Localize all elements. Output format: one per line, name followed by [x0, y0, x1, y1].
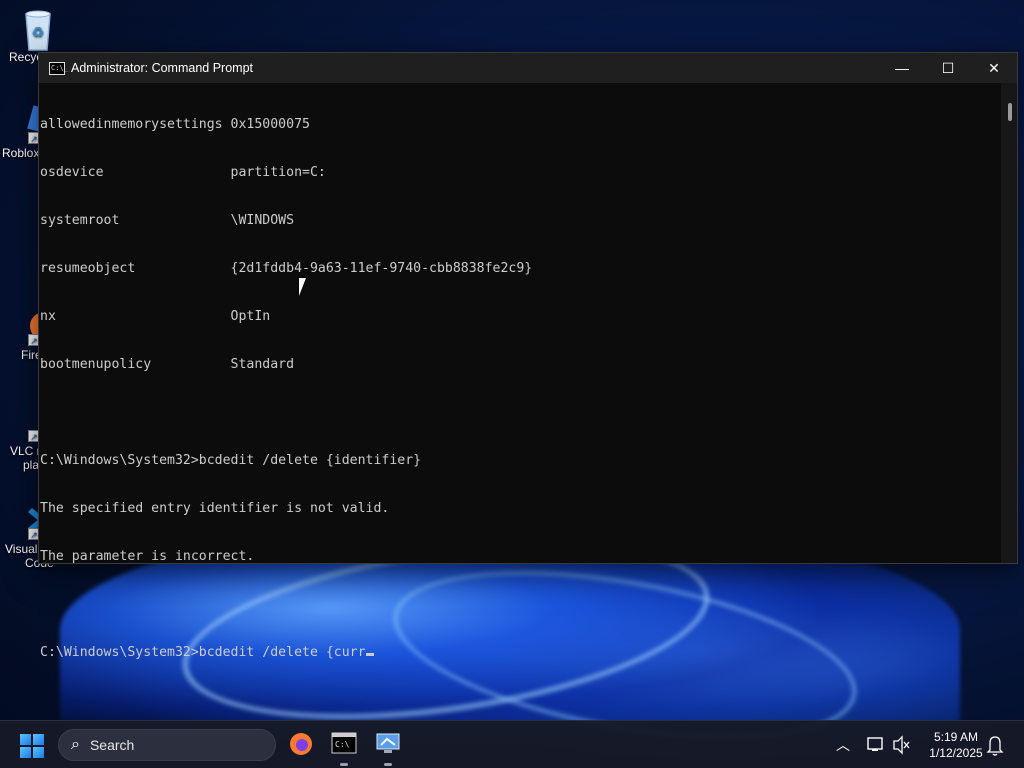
cmd-app-icon: C:\_ — [49, 61, 68, 75]
search-icon: ⌕ — [71, 736, 80, 753]
text-cursor — [365, 653, 374, 656]
console-line: The parameter is incorrect. — [40, 549, 255, 564]
network-icon — [867, 737, 883, 751]
show-hidden-icons-button[interactable]: ︿ — [836, 721, 854, 768]
console-line: allowedinmemorysettings 0x15000075 — [40, 117, 310, 132]
scrollbar-thumb[interactable] — [1008, 103, 1012, 121]
firefox-icon — [290, 733, 312, 755]
mouse-pointer-icon — [299, 278, 306, 296]
svg-text:C:\: C:\ — [335, 740, 350, 749]
console-line: The specified entry identifier is not va… — [40, 501, 390, 516]
svg-text:♻: ♻ — [32, 24, 45, 40]
maximize-icon: ☐ — [941, 59, 955, 76]
console-line: osdevice partition=C: — [40, 165, 326, 180]
window-title: Administrator: Command Prompt — [71, 61, 254, 75]
console-line: resumeobject {2d1fddb4-9a63-11ef-9740-cb… — [40, 261, 533, 276]
close-button[interactable]: ✕ — [971, 53, 1017, 83]
taskbar-terminal-button[interactable]: C:\ — [331, 731, 357, 766]
command-prompt-window[interactable]: C:\_ Administrator: Command Prompt — ☐ ✕… — [38, 52, 1018, 660]
taskbar-search-box[interactable]: ⌕ Search — [58, 729, 276, 761]
taskbar-remote-app-button[interactable] — [375, 731, 401, 766]
clock-time: 5:19 AM — [933, 730, 979, 744]
taskbar-clock[interactable]: 5:19 AM 1/12/2025 — [916, 721, 996, 768]
console-line: systemroot \WINDOWS — [40, 213, 295, 228]
chevron-up-icon: ︿ — [836, 737, 850, 753]
minimize-button[interactable]: — — [879, 53, 925, 83]
minimize-icon: — — [895, 60, 909, 76]
start-button[interactable] — [20, 734, 44, 758]
console-line: nx OptIn — [40, 309, 271, 324]
console-line: C:\Windows\System32>bcdedit /delete {ide… — [40, 453, 422, 468]
close-icon: ✕ — [988, 59, 1000, 76]
vertical-scrollbar[interactable] — [1001, 83, 1017, 563]
running-indicator — [384, 763, 392, 766]
notifications-button[interactable] — [986, 721, 1006, 768]
volume-button[interactable] — [892, 721, 912, 768]
windows-logo-icon — [20, 734, 31, 745]
console-input-line[interactable]: C:\Windows\System32>bcdedit /delete {cur… — [40, 645, 1001, 661]
taskbar-firefox-button[interactable] — [288, 731, 314, 757]
recycle-bin-icon: ♻ — [18, 8, 58, 51]
maximize-button[interactable]: ☐ — [925, 53, 971, 83]
console-command-text: C:\Windows\System32>bcdedit /delete {cur… — [40, 645, 366, 660]
monitor-app-icon — [376, 733, 400, 753]
command-prompt-icon: C:\ — [331, 732, 357, 754]
search-label: Search — [89, 737, 135, 753]
window-titlebar[interactable]: C:\_ Administrator: Command Prompt — ☐ ✕ — [39, 53, 1017, 83]
clock-date: 1/12/2025 — [929, 746, 983, 760]
running-indicator — [340, 763, 348, 766]
taskbar: ⌕ Search C:\ ︿ 5:19 AM 1/12/2025 — [0, 720, 1024, 768]
speaker-muted-icon — [893, 735, 910, 755]
console-output[interactable]: allowedinmemorysettings 0x15000075 osdev… — [39, 83, 1001, 660]
console-line: bootmenupolicy Standard — [40, 357, 295, 372]
bell-icon — [986, 736, 1004, 756]
network-status-button[interactable] — [866, 721, 886, 768]
